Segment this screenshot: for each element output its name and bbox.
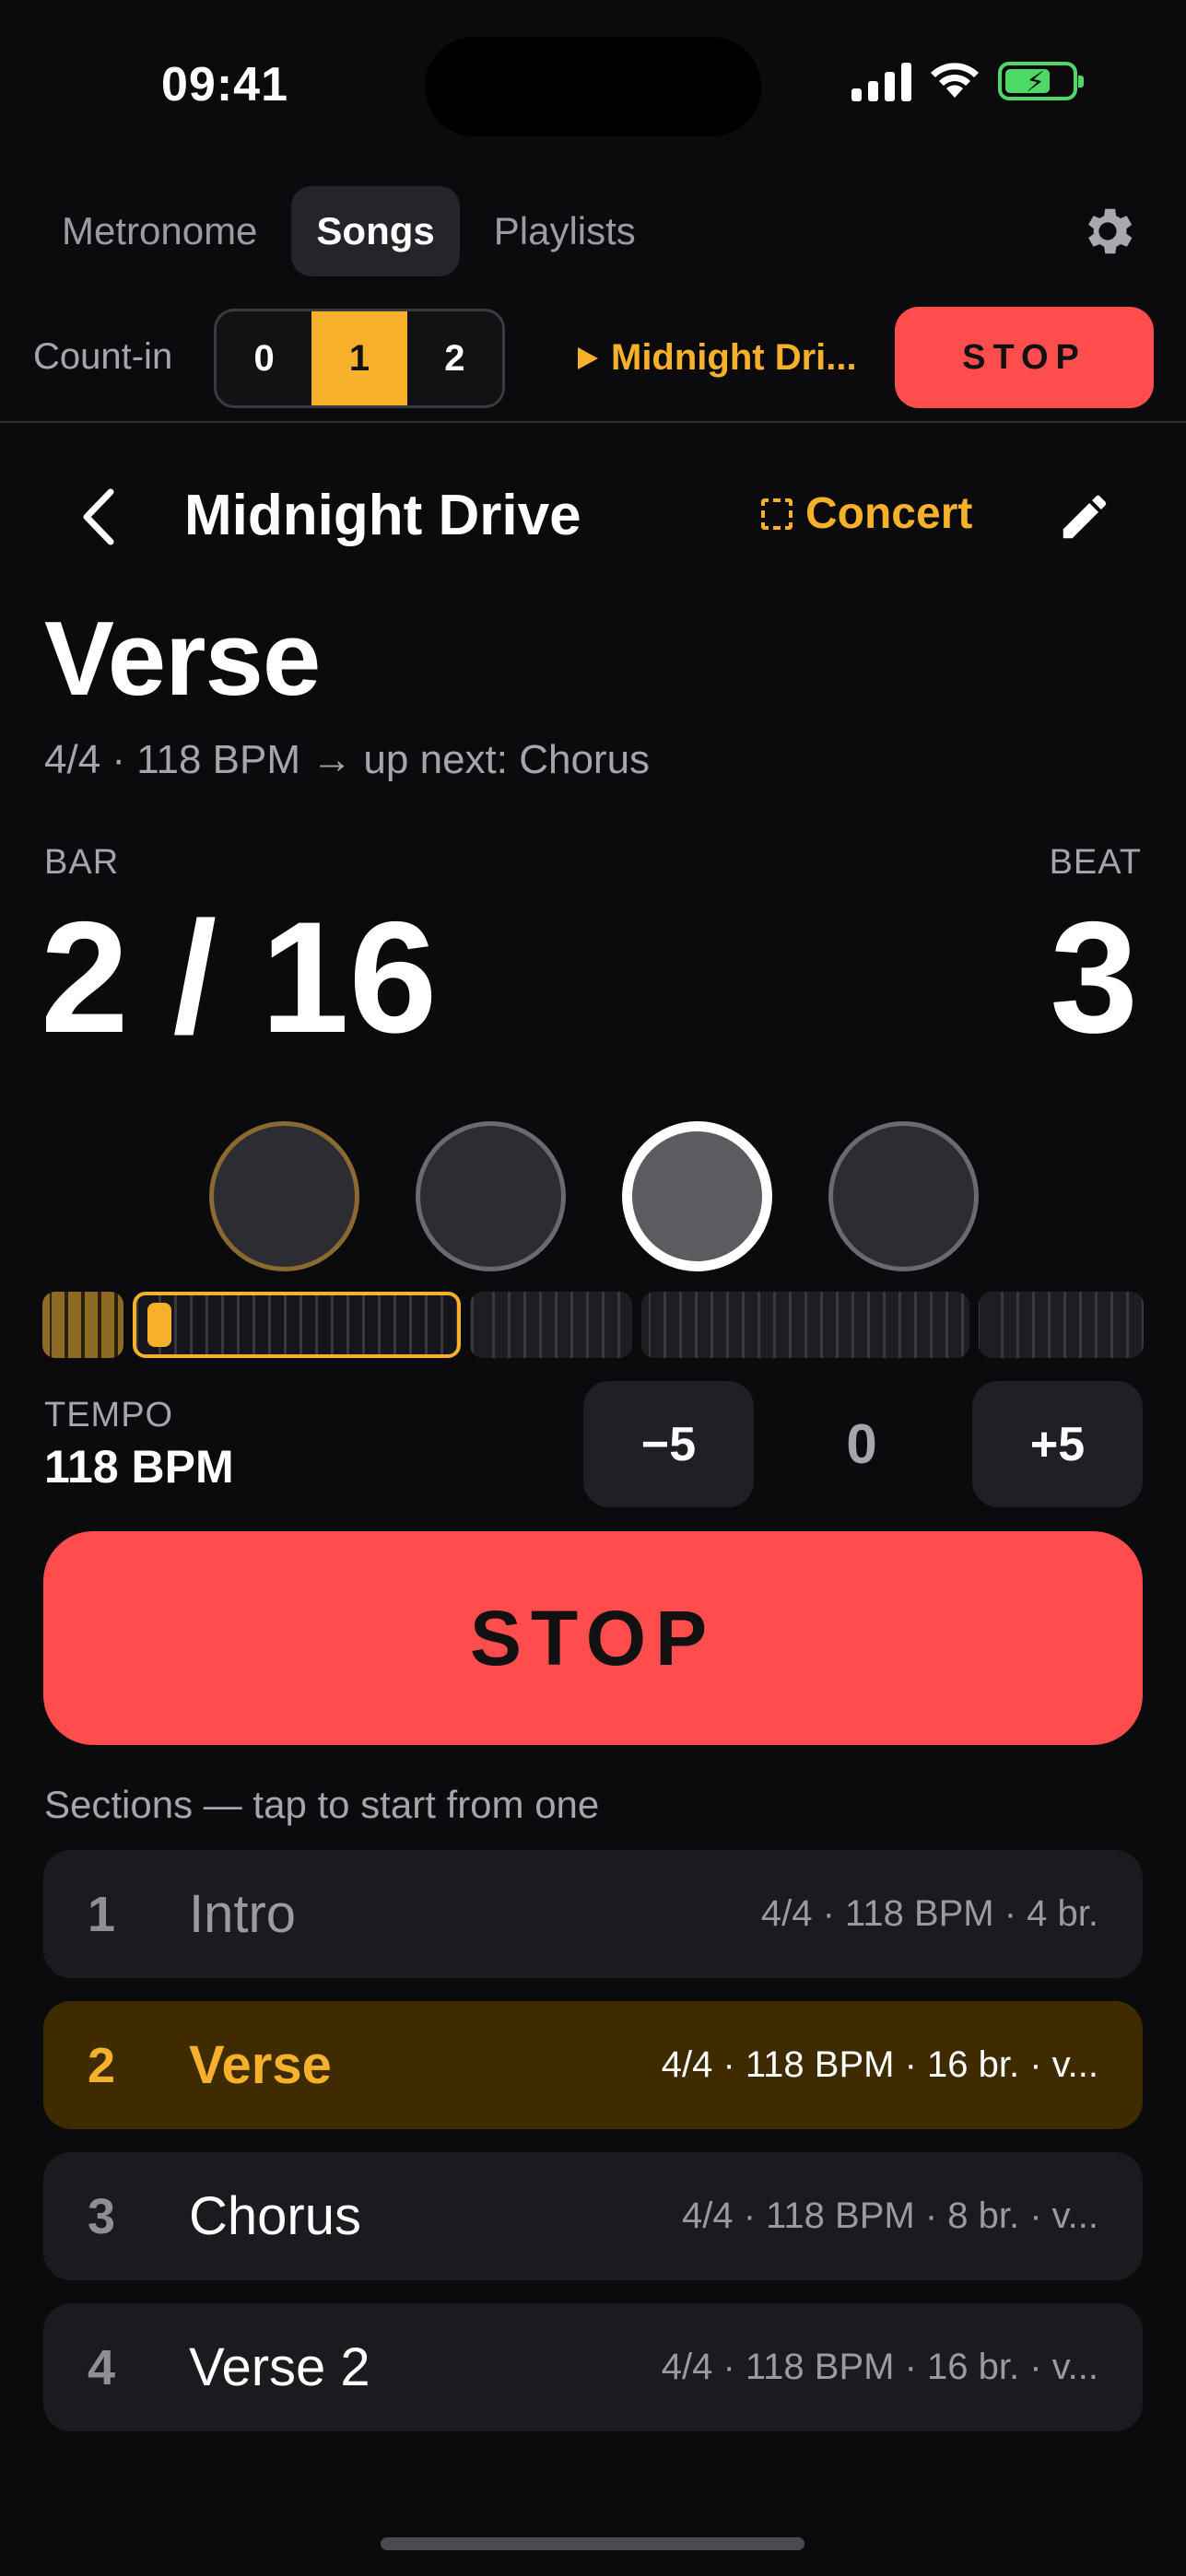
pencil-icon[interactable] xyxy=(1056,488,1113,545)
section-info: 4/4 · 118 BPM · 4 br. xyxy=(760,1893,1098,1934)
beat-dot xyxy=(416,1121,566,1271)
timeline-section-chorus[interactable] xyxy=(470,1292,632,1358)
section-name: Verse 2 xyxy=(189,2337,370,2397)
dynamic-island xyxy=(425,37,761,136)
countin-option-2[interactable]: 2 xyxy=(407,311,502,405)
concert-mode-button[interactable]: Concert xyxy=(761,488,972,539)
section-row-chorus[interactable]: 3 Chorus 4/4 · 118 BPM · 8 br. · v... xyxy=(43,2152,1143,2280)
beat-dot xyxy=(828,1121,979,1271)
header-divider xyxy=(0,421,1186,423)
section-info: 4/4 · 118 BPM · 16 br. · v... xyxy=(661,2347,1098,2387)
countin-option-1[interactable]: 1 xyxy=(311,311,407,405)
current-section-name: Verse xyxy=(44,601,321,718)
section-name: Intro xyxy=(189,1884,297,1944)
home-indicator[interactable] xyxy=(381,2537,804,2550)
song-title: Midnight Drive xyxy=(184,484,581,547)
timeline-section-verse[interactable] xyxy=(133,1292,461,1358)
wifi-icon xyxy=(931,63,979,98)
back-chevron-icon[interactable] xyxy=(72,485,127,549)
section-row-verse[interactable]: 2 Verse 4/4 · 118 BPM · 16 br. · v... xyxy=(43,2001,1143,2129)
timeline-section-verse-2[interactable] xyxy=(641,1292,969,1358)
section-row-verse-2[interactable]: 4 Verse 2 4/4 · 118 BPM · 16 br. · v... xyxy=(43,2303,1143,2431)
tab-metronome[interactable]: Metronome xyxy=(37,186,282,276)
section-timeline[interactable] xyxy=(42,1292,1144,1358)
section-number: 3 xyxy=(88,2188,116,2244)
bar-counter: 2 / 16 xyxy=(41,889,438,1066)
tempo-value: 118 BPM xyxy=(44,1441,234,1493)
sections-hint: Sections — tap to start from one xyxy=(44,1783,600,1826)
section-number: 4 xyxy=(88,2339,116,2395)
timeline-section-next[interactable] xyxy=(979,1292,1144,1358)
tempo-minus-button[interactable]: −5 xyxy=(583,1381,754,1507)
play-icon xyxy=(578,346,598,369)
cellular-signal-icon xyxy=(851,61,911,101)
stop-button[interactable]: STOP xyxy=(43,1531,1143,1745)
tab-playlists[interactable]: Playlists xyxy=(469,186,661,276)
tab-songs[interactable]: Songs xyxy=(291,186,460,276)
section-info: 4/4 · 118 BPM · 8 br. · v... xyxy=(681,2195,1098,2236)
current-section-meta: 4/4 · 118 BPM → up next: Chorus xyxy=(44,737,651,782)
tempo-offset: 0 xyxy=(846,1413,877,1475)
tempo-plus-button[interactable]: +5 xyxy=(972,1381,1143,1507)
now-playing-title: Midnight Dri... xyxy=(611,337,857,378)
section-number: 1 xyxy=(88,1886,116,1942)
beat-counter: 3 xyxy=(1050,889,1138,1066)
section-info: 4/4 · 118 BPM · 16 br. · v... xyxy=(661,2044,1098,2085)
section-number: 2 xyxy=(88,2037,116,2093)
app-screen: 09:41 ⚡ Metronome Songs Playlists Count-… xyxy=(0,0,1186,2576)
beat-dot-current xyxy=(622,1121,772,1271)
playhead xyxy=(147,1303,171,1347)
concert-label: Concert xyxy=(805,489,973,538)
timeline-section-intro[interactable] xyxy=(42,1292,123,1358)
countin-option-0[interactable]: 0 xyxy=(217,311,311,405)
status-time: 09:41 xyxy=(161,58,288,111)
tempo-label: TEMPO xyxy=(44,1396,174,1434)
section-name: Verse xyxy=(189,2035,332,2095)
section-row-intro[interactable]: 1 Intro 4/4 · 118 BPM · 4 br. xyxy=(43,1850,1143,1978)
bar-label: BAR xyxy=(44,843,120,882)
beat-dot xyxy=(209,1121,359,1271)
beat-label: BEAT xyxy=(1049,843,1142,882)
countin-selector: 0 1 2 xyxy=(214,309,505,408)
gear-icon[interactable] xyxy=(1077,201,1138,262)
mini-stop-button[interactable]: STOP xyxy=(895,307,1154,408)
now-playing-link[interactable]: Midnight Dri... xyxy=(576,337,857,379)
battery-charging-icon: ⚡ xyxy=(998,62,1084,100)
section-name: Chorus xyxy=(189,2186,361,2246)
top-nav: Metronome Songs Playlists xyxy=(37,186,661,276)
beat-indicator xyxy=(209,1121,979,1271)
fullscreen-icon xyxy=(761,498,793,530)
countin-label: Count-in xyxy=(33,336,173,377)
status-icons: ⚡ xyxy=(851,61,1084,101)
